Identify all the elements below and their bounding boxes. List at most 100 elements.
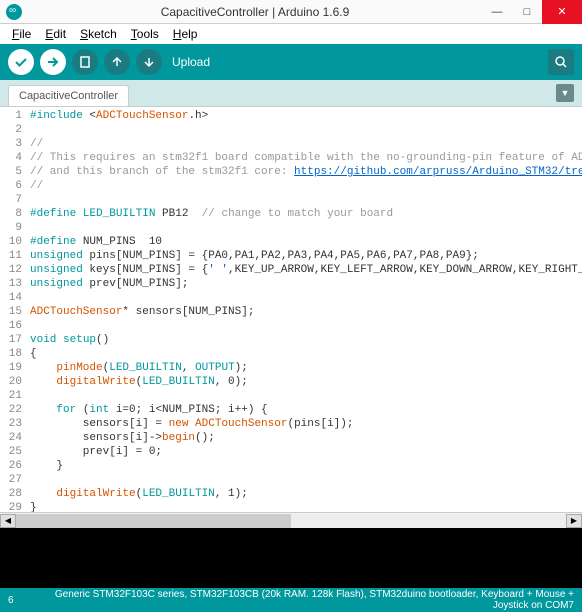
titlebar: CapacitiveController | Arduino 1.6.9 — □… xyxy=(0,0,582,24)
statusbar: 6 Generic STM32F103C series, STM32F103CB… xyxy=(0,588,582,612)
code-line[interactable]: // and this branch of the stm32f1 core: … xyxy=(30,165,578,179)
line-number: 27 xyxy=(0,473,22,487)
check-icon xyxy=(14,55,28,69)
window-title: CapacitiveController | Arduino 1.6.9 xyxy=(28,5,482,19)
open-button[interactable] xyxy=(104,49,130,75)
code-line[interactable]: ADCTouchSensor* sensors[NUM_PINS]; xyxy=(30,305,578,319)
line-gutter: 1234567891011121314151617181920212223242… xyxy=(0,107,26,512)
line-number: 20 xyxy=(0,375,22,389)
code-line[interactable]: unsigned pins[NUM_PINS] = {PA0,PA1,PA2,P… xyxy=(30,249,578,263)
close-button[interactable]: ✕ xyxy=(542,0,582,24)
scroll-left-button[interactable]: ◀ xyxy=(0,514,16,528)
line-number: 15 xyxy=(0,305,22,319)
console-output xyxy=(0,528,582,588)
code-line[interactable]: } xyxy=(30,501,578,512)
code-line[interactable]: { xyxy=(30,347,578,361)
tab-main[interactable]: CapacitiveController xyxy=(8,85,129,106)
line-number: 22 xyxy=(0,403,22,417)
line-number: 25 xyxy=(0,445,22,459)
code-line[interactable]: for (int i=0; i<NUM_PINS; i++) { xyxy=(30,403,578,417)
line-number: 6 xyxy=(0,179,22,193)
code-line[interactable]: unsigned prev[NUM_PINS]; xyxy=(30,277,578,291)
code-line[interactable]: sensors[i] = new ADCTouchSensor(pins[i])… xyxy=(30,417,578,431)
line-number: 16 xyxy=(0,319,22,333)
horizontal-scrollbar: ◀ ▶ xyxy=(0,512,582,528)
arrow-up-icon xyxy=(111,56,123,68)
line-number: 29 xyxy=(0,501,22,512)
code-line[interactable]: prev[i] = 0; xyxy=(30,445,578,459)
status-line-number: 6 xyxy=(8,595,28,606)
serial-monitor-button[interactable] xyxy=(548,49,574,75)
menu-edit[interactable]: Edit xyxy=(39,25,72,43)
arduino-app-icon xyxy=(6,4,22,20)
code-line[interactable]: unsigned keys[NUM_PINS] = {' ',KEY_UP_AR… xyxy=(30,263,578,277)
save-button[interactable] xyxy=(136,49,162,75)
tab-menu-button[interactable]: ▼ xyxy=(556,84,574,102)
toolbar: Upload xyxy=(0,44,582,80)
line-number: 17 xyxy=(0,333,22,347)
tabbar: CapacitiveController ▼ xyxy=(0,80,582,106)
line-number: 4 xyxy=(0,151,22,165)
menu-tools[interactable]: Tools xyxy=(125,25,165,43)
upload-label: Upload xyxy=(172,55,210,69)
line-number: 10 xyxy=(0,235,22,249)
line-number: 24 xyxy=(0,431,22,445)
line-number: 1 xyxy=(0,109,22,123)
line-number: 8 xyxy=(0,207,22,221)
maximize-button[interactable]: □ xyxy=(512,0,542,24)
line-number: 13 xyxy=(0,277,22,291)
code-line[interactable]: #define NUM_PINS 10 xyxy=(30,235,578,249)
file-icon xyxy=(79,56,91,68)
line-number: 14 xyxy=(0,291,22,305)
menu-help[interactable]: Help xyxy=(167,25,204,43)
line-number: 28 xyxy=(0,487,22,501)
line-number: 3 xyxy=(0,137,22,151)
arrow-right-icon xyxy=(46,55,60,69)
code-line[interactable] xyxy=(30,221,578,235)
window-controls: — □ ✕ xyxy=(482,0,582,24)
code-line[interactable] xyxy=(30,473,578,487)
line-number: 23 xyxy=(0,417,22,431)
code-line[interactable]: digitalWrite(LED_BUILTIN, 1); xyxy=(30,487,578,501)
line-number: 18 xyxy=(0,347,22,361)
code-area[interactable]: #include <ADCTouchSensor.h> //// This re… xyxy=(26,107,582,512)
code-line[interactable] xyxy=(30,193,578,207)
minimize-button[interactable]: — xyxy=(482,0,512,24)
menu-sketch[interactable]: Sketch xyxy=(74,25,123,43)
code-line[interactable]: // xyxy=(30,179,578,193)
scroll-right-button[interactable]: ▶ xyxy=(566,514,582,528)
line-number: 9 xyxy=(0,221,22,235)
upload-button[interactable] xyxy=(40,49,66,75)
status-board-info: Generic STM32F103C series, STM32F103CB (… xyxy=(28,589,574,611)
code-line[interactable]: #include <ADCTouchSensor.h> xyxy=(30,109,578,123)
line-number: 19 xyxy=(0,361,22,375)
code-line[interactable]: sensors[i]->begin(); xyxy=(30,431,578,445)
magnifier-icon xyxy=(554,55,568,69)
line-number: 11 xyxy=(0,249,22,263)
code-line[interactable] xyxy=(30,389,578,403)
line-number: 7 xyxy=(0,193,22,207)
menubar: File Edit Sketch Tools Help xyxy=(0,24,582,44)
menu-file[interactable]: File xyxy=(6,25,37,43)
code-line[interactable] xyxy=(30,291,578,305)
code-line[interactable] xyxy=(30,123,578,137)
scroll-thumb[interactable] xyxy=(16,514,291,528)
line-number: 21 xyxy=(0,389,22,403)
code-line[interactable] xyxy=(30,319,578,333)
code-line[interactable]: void setup() xyxy=(30,333,578,347)
line-number: 12 xyxy=(0,263,22,277)
new-button[interactable] xyxy=(72,49,98,75)
code-line[interactable]: digitalWrite(LED_BUILTIN, 0); xyxy=(30,375,578,389)
editor[interactable]: 1234567891011121314151617181920212223242… xyxy=(0,106,582,512)
verify-button[interactable] xyxy=(8,49,34,75)
line-number: 2 xyxy=(0,123,22,137)
line-number: 26 xyxy=(0,459,22,473)
code-line[interactable]: #define LED_BUILTIN PB12 // change to ma… xyxy=(30,207,578,221)
arrow-down-icon xyxy=(143,56,155,68)
scroll-track[interactable] xyxy=(16,514,566,528)
code-line[interactable]: // xyxy=(30,137,578,151)
line-number: 5 xyxy=(0,165,22,179)
code-line[interactable]: pinMode(LED_BUILTIN, OUTPUT); xyxy=(30,361,578,375)
code-line[interactable]: } xyxy=(30,459,578,473)
code-line[interactable]: // This requires an stm32f1 board compat… xyxy=(30,151,578,165)
